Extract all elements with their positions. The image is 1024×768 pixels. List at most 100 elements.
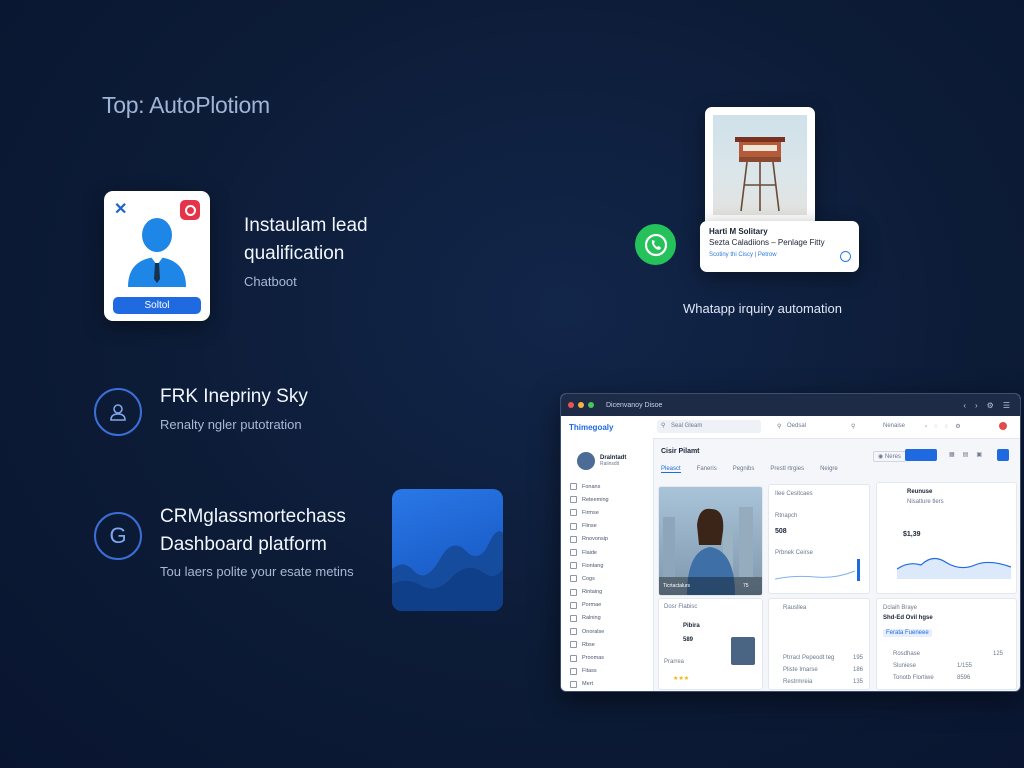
tab-4[interactable]: Prestl rtrgies bbox=[770, 466, 804, 473]
tab-2[interactable]: Faneris bbox=[697, 466, 717, 473]
sidebar-item[interactable]: Fiontang bbox=[561, 559, 653, 572]
card-b-value: $1,39 bbox=[903, 531, 921, 538]
stats-card-d[interactable]: Rausllea Ptrracl Pepeodt teg 195 Pliste … bbox=[768, 598, 870, 690]
card-a-title: Ilee Cesitcaes bbox=[775, 491, 813, 497]
stats-card-a[interactable]: Ilee Cesitcaes Rtnapch 508 Prbnek Ceirse bbox=[768, 484, 870, 594]
msg-line3: Scotiny thi Ciscy | Petrow bbox=[709, 252, 777, 258]
card-e-row-1-value: 125 bbox=[993, 651, 1004, 657]
sidebar-item[interactable]: Rbse bbox=[561, 638, 653, 651]
sidebar-item[interactable]: Onoralse bbox=[561, 625, 653, 638]
tab-3[interactable]: Pegnibs bbox=[733, 466, 755, 473]
chatbot-title-line2: qualification bbox=[244, 243, 345, 264]
sidebar-item[interactable]: Proomas bbox=[561, 651, 653, 664]
card-e-tag[interactable]: Ferata Fueneee bbox=[883, 629, 932, 637]
card-d-row-2-value: 186 bbox=[853, 667, 864, 673]
card-c-title: Dosr Flabisc bbox=[664, 604, 698, 610]
back-icon[interactable]: ‹ bbox=[963, 401, 966, 410]
sidebar-item[interactable]: Fonans bbox=[561, 480, 653, 493]
crm-dashboard-window: Dicenvanoy Disoe ‹ › ⚙ ☰ Thimegoaly ⚲ Seal … bbox=[560, 393, 1021, 692]
nav-item[interactable]: Oedsal bbox=[787, 423, 806, 429]
whatsapp-message-card[interactable]: Harti M Solitary Sezta Caladiions – Penl… bbox=[700, 221, 859, 272]
sidebar-item[interactable]: Fitass bbox=[561, 665, 653, 678]
card-a-label: Rtnapch bbox=[775, 513, 798, 519]
card-c-thumbnail bbox=[731, 637, 755, 665]
sidebar-item[interactable]: Flinse bbox=[561, 520, 653, 533]
card-d-row-2-label: Pliste Imarse bbox=[783, 667, 818, 673]
card-d-row-3-value: 135 bbox=[853, 679, 864, 685]
top-label: Top: AutoPlotiom bbox=[102, 92, 270, 118]
sidebar-item[interactable]: Pormae bbox=[561, 599, 653, 612]
filter-button[interactable]: ◉ Neres bbox=[873, 451, 906, 462]
sidebar-item[interactable]: Flaide bbox=[561, 546, 653, 559]
card-c-sub: Prarrea bbox=[664, 659, 685, 665]
sidebar-item[interactable]: Mert bbox=[561, 678, 653, 691]
card-c-value: 589 bbox=[683, 637, 694, 643]
chatbot-preview-card[interactable]: ✕ Soltol bbox=[104, 191, 210, 321]
card-a-value: 508 bbox=[775, 528, 787, 535]
dashboard-top-nav: Thimegoaly ⚲ Seal Gleam ⚲ Oedsal ⚲ Nenai… bbox=[561, 416, 1020, 439]
card-d-row-3-label: Restrmreia bbox=[783, 679, 813, 685]
card-e-row-2-value: 1/155 bbox=[957, 663, 973, 669]
window-title: Dicenvanoy Disoe bbox=[606, 401, 663, 409]
photo-card bbox=[705, 107, 815, 227]
brand-name: Thimegoaly bbox=[569, 423, 614, 432]
sidebar-item[interactable]: Reteeming bbox=[561, 493, 653, 506]
card-e-row-2-label: Sluniese bbox=[893, 663, 917, 669]
card-e-row-3-label: Tonotb Flortiwe bbox=[893, 675, 934, 681]
lifeguard-tower-image bbox=[735, 137, 785, 212]
sidebar-item[interactable]: Rnovonsip bbox=[561, 533, 653, 546]
card-e-title: Dclaih Braye bbox=[883, 605, 918, 611]
feature-sky-subtitle: Renalty ngler putotration bbox=[160, 417, 302, 432]
user-role: Raiinsdit bbox=[600, 461, 620, 467]
card-b-subtitle: Nisatlure tlers bbox=[907, 499, 944, 505]
photo-caption: Ticrtactalurs bbox=[663, 583, 691, 589]
card-e-row-1-label: Rosdhase bbox=[893, 651, 921, 657]
avatar[interactable] bbox=[577, 452, 595, 470]
minimize-dot-icon[interactable] bbox=[578, 402, 584, 408]
user-icon bbox=[94, 388, 142, 436]
g-logo-icon: G bbox=[94, 512, 142, 560]
whatsapp-icon[interactable] bbox=[635, 224, 676, 265]
card-a-sub: Prbnek Ceirse bbox=[775, 550, 814, 556]
wave-chart-tile bbox=[392, 489, 503, 611]
card-c-name: Pibira bbox=[683, 623, 700, 629]
card-d-row-1-value: 195 bbox=[853, 655, 864, 661]
profile-icon[interactable] bbox=[999, 422, 1007, 430]
tab-5[interactable]: Neigre bbox=[820, 466, 838, 473]
sidebar-item[interactable]: Cogs bbox=[561, 572, 653, 585]
msg-line2: Sezta Caladiions – Penlage Fitty bbox=[709, 238, 825, 247]
person-photo bbox=[659, 507, 762, 595]
add-icon[interactable] bbox=[997, 449, 1009, 461]
nav-search-icon[interactable]: ⚲ bbox=[777, 423, 781, 430]
search-icon: ⚲ bbox=[661, 423, 666, 429]
toolbar-icons[interactable]: ▫◌◌⚙ bbox=[925, 423, 968, 430]
primary-action-button[interactable] bbox=[905, 449, 937, 461]
card-b-line-chart bbox=[897, 557, 1011, 579]
nav-right-item[interactable]: Nenaise bbox=[883, 423, 905, 429]
stats-card-c[interactable]: Dosr Flabisc Pibira 589 Prarrea ★★★ bbox=[658, 598, 763, 690]
stats-card-b[interactable]: Reunuse Nisatlure tlers $1,39 bbox=[876, 482, 1017, 594]
search-input[interactable]: ⚲ Seal Gleam bbox=[657, 420, 761, 433]
chatbot-button[interactable]: Soltol bbox=[113, 297, 201, 314]
profile-photo-panel[interactable]: Ticrtactalurs 75 bbox=[658, 486, 763, 596]
card-a-sparkline bbox=[775, 559, 860, 581]
tab-1[interactable]: Pleasct bbox=[661, 466, 681, 473]
forward-icon[interactable]: › bbox=[975, 401, 978, 410]
msg-line1: Harti M Solitary bbox=[709, 227, 768, 236]
sidebar-item[interactable]: Rintaing bbox=[561, 586, 653, 599]
settings-icon[interactable]: ⚙ bbox=[987, 401, 994, 410]
chatbot-subtitle: Chatboot bbox=[244, 274, 297, 289]
card-b-title: Reunuse bbox=[907, 489, 933, 495]
chatbot-title-line1: Instaulam lead bbox=[244, 215, 368, 236]
nav-search-icon-2[interactable]: ⚲ bbox=[851, 423, 855, 430]
maximize-dot-icon[interactable] bbox=[588, 402, 594, 408]
sidebar-item[interactable]: Ralning bbox=[561, 612, 653, 625]
card-d-row-1-label: Ptrracl Pepeodt teg bbox=[783, 655, 835, 661]
sidebar-item[interactable]: Firmse bbox=[561, 506, 653, 519]
view-icons[interactable]: ▦▤▣ bbox=[949, 451, 990, 458]
close-dot-icon[interactable] bbox=[568, 402, 574, 408]
search-placeholder: Seal Gleam bbox=[671, 423, 703, 429]
stats-card-e[interactable]: Dclaih Braye Shd-Ed Ovil hgse Ferata Fue… bbox=[876, 598, 1017, 690]
rating-stars: ★★★ bbox=[673, 676, 690, 682]
menu-icon[interactable]: ☰ bbox=[1003, 401, 1010, 410]
